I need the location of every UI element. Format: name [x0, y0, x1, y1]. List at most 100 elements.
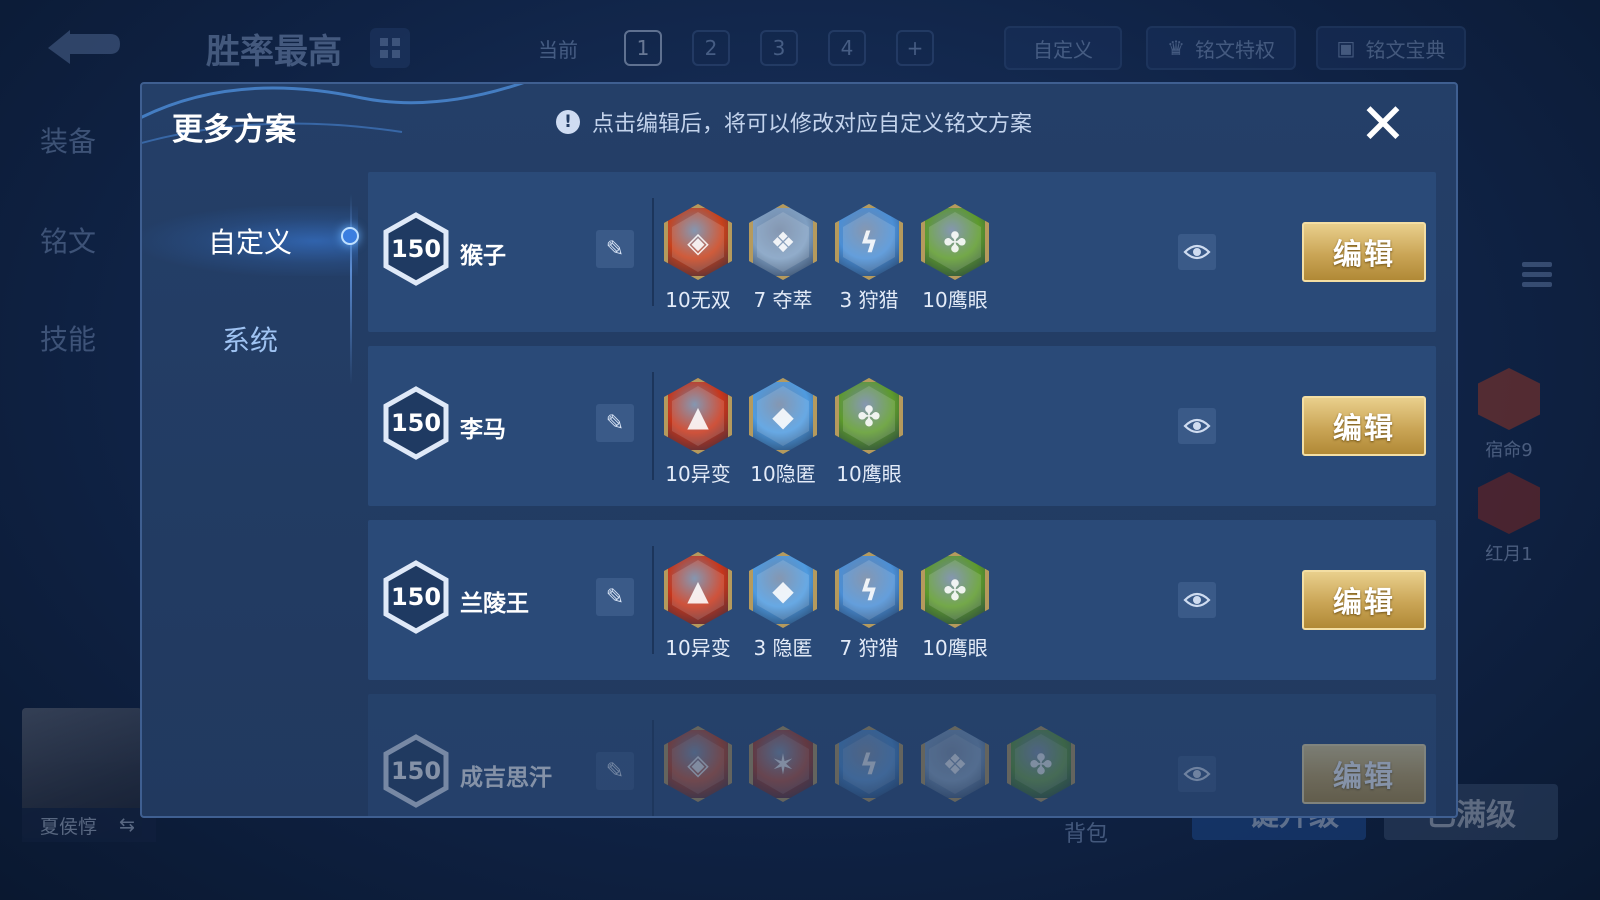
- level-value: 150: [390, 235, 442, 263]
- rune-glyph: ✶: [771, 747, 795, 781]
- eye-icon: [1183, 418, 1211, 434]
- add-page-button[interactable]: +: [896, 30, 934, 66]
- privilege-button[interactable]: ♛ 铭文特权: [1146, 26, 1296, 70]
- plan-name: 李马: [460, 417, 506, 443]
- close-button[interactable]: ✕: [1356, 97, 1410, 153]
- eye-icon: [1183, 244, 1211, 260]
- rune-slot[interactable]: ❖: [915, 726, 995, 806]
- rune-blue-drop-icon: ◆: [749, 552, 817, 628]
- rune-green-clover-icon: ✤: [1007, 726, 1075, 802]
- rename-button[interactable]: ✎: [596, 752, 634, 790]
- dialog-header: 更多方案 ! 点击编辑后，将可以修改对应自定义铭文方案 ✕: [142, 84, 1456, 170]
- hero-name-bar[interactable]: 夏侯惇 ⇆: [22, 808, 156, 842]
- rune-glyph: ◈: [687, 747, 709, 781]
- rune-slot[interactable]: ◆ 10隐匿: [743, 378, 823, 487]
- plan-list[interactable]: 150 猴子 ✎ 编辑 ◈ 10无双 ❖ 7 夺萃 ϟ 3 狩猎 ✤ 10鹰眼 …: [368, 172, 1436, 816]
- preview-button[interactable]: [1178, 408, 1216, 444]
- plan-name: 兰陵王: [460, 591, 529, 617]
- rune-glyph: ϟ: [859, 747, 879, 781]
- rune-caption: 10鹰眼: [922, 636, 988, 660]
- rune-glyph: ▲: [687, 573, 709, 607]
- rune-slot[interactable]: ▲ 10异变: [658, 552, 738, 661]
- rename-button[interactable]: ✎: [596, 404, 634, 442]
- rune-caption: 7 狩猎: [839, 636, 899, 660]
- level-value: 150: [390, 757, 442, 785]
- edit-button[interactable]: 编辑: [1302, 396, 1426, 456]
- rune-green-clover-icon: ✤: [921, 552, 989, 628]
- edit-button[interactable]: 编辑: [1302, 744, 1426, 804]
- plan-row[interactable]: 150 成吉思汗 ✎ 编辑 ◈ ✶ ϟ ❖ ✤: [368, 694, 1436, 816]
- back-arrow-icon[interactable]: [40, 24, 126, 70]
- rename-button[interactable]: ✎: [596, 578, 634, 616]
- rune-slot[interactable]: ϟ: [829, 726, 909, 806]
- book-icon: ▣: [1336, 36, 1356, 60]
- rename-button[interactable]: ✎: [596, 230, 634, 268]
- edit-button[interactable]: 编辑: [1302, 570, 1426, 630]
- custom-button[interactable]: 自定义: [1004, 26, 1122, 70]
- rune-blue-lightning-icon: ϟ: [835, 726, 903, 802]
- preview-button[interactable]: [1178, 582, 1216, 618]
- rune-slot[interactable]: ✤ 10鹰眼: [915, 204, 995, 313]
- rune-slot[interactable]: ϟ 7 狩猎: [829, 552, 909, 661]
- page-tab-3[interactable]: 3: [760, 30, 798, 66]
- rune-slot[interactable]: ◆ 3 隐匿: [743, 552, 823, 661]
- edit-notice-text: 点击编辑后，将可以修改对应自定义铭文方案: [592, 112, 1033, 137]
- page-tab-1[interactable]: 1: [624, 30, 662, 66]
- plan-row[interactable]: 150 李马 ✎ 编辑 ▲ 10异变 ◆ 10隐匿 ✤ 10鹰眼: [368, 346, 1436, 506]
- tab-custom[interactable]: 自定义: [142, 206, 358, 276]
- side-rune-2[interactable]: 红月1: [1478, 472, 1540, 566]
- top-bar: 胜率最高 当前 1 2 3 4 + 自定义 ♛ 铭文特权 ▣ 铭文宝典: [0, 0, 1600, 92]
- rune-slot[interactable]: ▲ 10异变: [658, 378, 738, 487]
- rune-blue-lightning-icon: ϟ: [835, 552, 903, 628]
- rune-red-web-icon: ✶: [749, 726, 817, 802]
- nav-item-equipment[interactable]: 装备: [40, 120, 120, 160]
- active-tab-indicator: [341, 227, 359, 245]
- rune-slot[interactable]: ✤ 10鹰眼: [829, 378, 909, 487]
- rune-caption: 10异变: [665, 462, 731, 486]
- page-tab-4[interactable]: 4: [828, 30, 866, 66]
- page-tab-2[interactable]: 2: [692, 30, 730, 66]
- side-rune-1[interactable]: 宿命9: [1478, 368, 1540, 462]
- rune-blue-lightning-icon: ϟ: [835, 204, 903, 280]
- rune-glyph: ϟ: [859, 225, 879, 259]
- edit-button[interactable]: 编辑: [1302, 222, 1426, 282]
- bag-label[interactable]: 背包: [1064, 816, 1108, 848]
- level-badge: 150: [382, 734, 450, 808]
- rune-slot[interactable]: ◈ 10无双: [658, 204, 738, 313]
- rune-red-fire-icon: ◈: [664, 726, 732, 802]
- rune-red-fire-icon: ◈: [664, 204, 732, 280]
- tab-system[interactable]: 系统: [142, 304, 358, 374]
- pencil-icon: ✎: [605, 236, 625, 262]
- nav-item-skills[interactable]: 技能: [40, 318, 120, 358]
- rune-green-clover-icon: ✤: [921, 204, 989, 280]
- preview-button[interactable]: [1178, 756, 1216, 792]
- rune-fate-icon: [1478, 368, 1540, 430]
- rune-blue-drop-icon: ◆: [749, 378, 817, 454]
- rune-glyph: ✤: [943, 573, 967, 607]
- nav-item-runes[interactable]: 铭文: [40, 220, 120, 260]
- rune-slot[interactable]: ϟ 3 狩猎: [829, 204, 909, 313]
- codex-button[interactable]: ▣ 铭文宝典: [1316, 26, 1466, 70]
- plan-tabs: 自定义 系统: [142, 194, 358, 794]
- rune-slot[interactable]: ✤: [1001, 726, 1081, 806]
- rune-glyph: ✤: [943, 225, 967, 259]
- rune-slot[interactable]: ❖ 7 夺萃: [743, 204, 823, 313]
- menu-icon[interactable]: [1522, 262, 1552, 292]
- plan-row[interactable]: 150 兰陵王 ✎ 编辑 ▲ 10异变 ◆ 3 隐匿 ϟ 7 狩猎 ✤ 10鹰眼: [368, 520, 1436, 680]
- rune-caption: 3 隐匿: [753, 636, 813, 660]
- grid-icon[interactable]: [370, 28, 410, 68]
- dialog-title: 更多方案: [172, 112, 296, 148]
- rune-caption: 10鹰眼: [922, 288, 988, 312]
- level-badge: 150: [382, 212, 450, 286]
- rune-glyph: ◆: [772, 399, 794, 433]
- rune-red-shield-icon: ▲: [664, 378, 732, 454]
- page-title: 胜率最高: [206, 32, 342, 72]
- rune-slot[interactable]: ◈: [658, 726, 738, 806]
- rune-glyph: ◆: [772, 573, 794, 607]
- plan-row[interactable]: 150 猴子 ✎ 编辑 ◈ 10无双 ❖ 7 夺萃 ϟ 3 狩猎 ✤ 10鹰眼: [368, 172, 1436, 332]
- rune-glyph: ✤: [1029, 747, 1053, 781]
- rune-slot[interactable]: ✶: [743, 726, 823, 806]
- swap-icon: ⇆: [119, 814, 135, 836]
- preview-button[interactable]: [1178, 234, 1216, 270]
- rune-slot[interactable]: ✤ 10鹰眼: [915, 552, 995, 661]
